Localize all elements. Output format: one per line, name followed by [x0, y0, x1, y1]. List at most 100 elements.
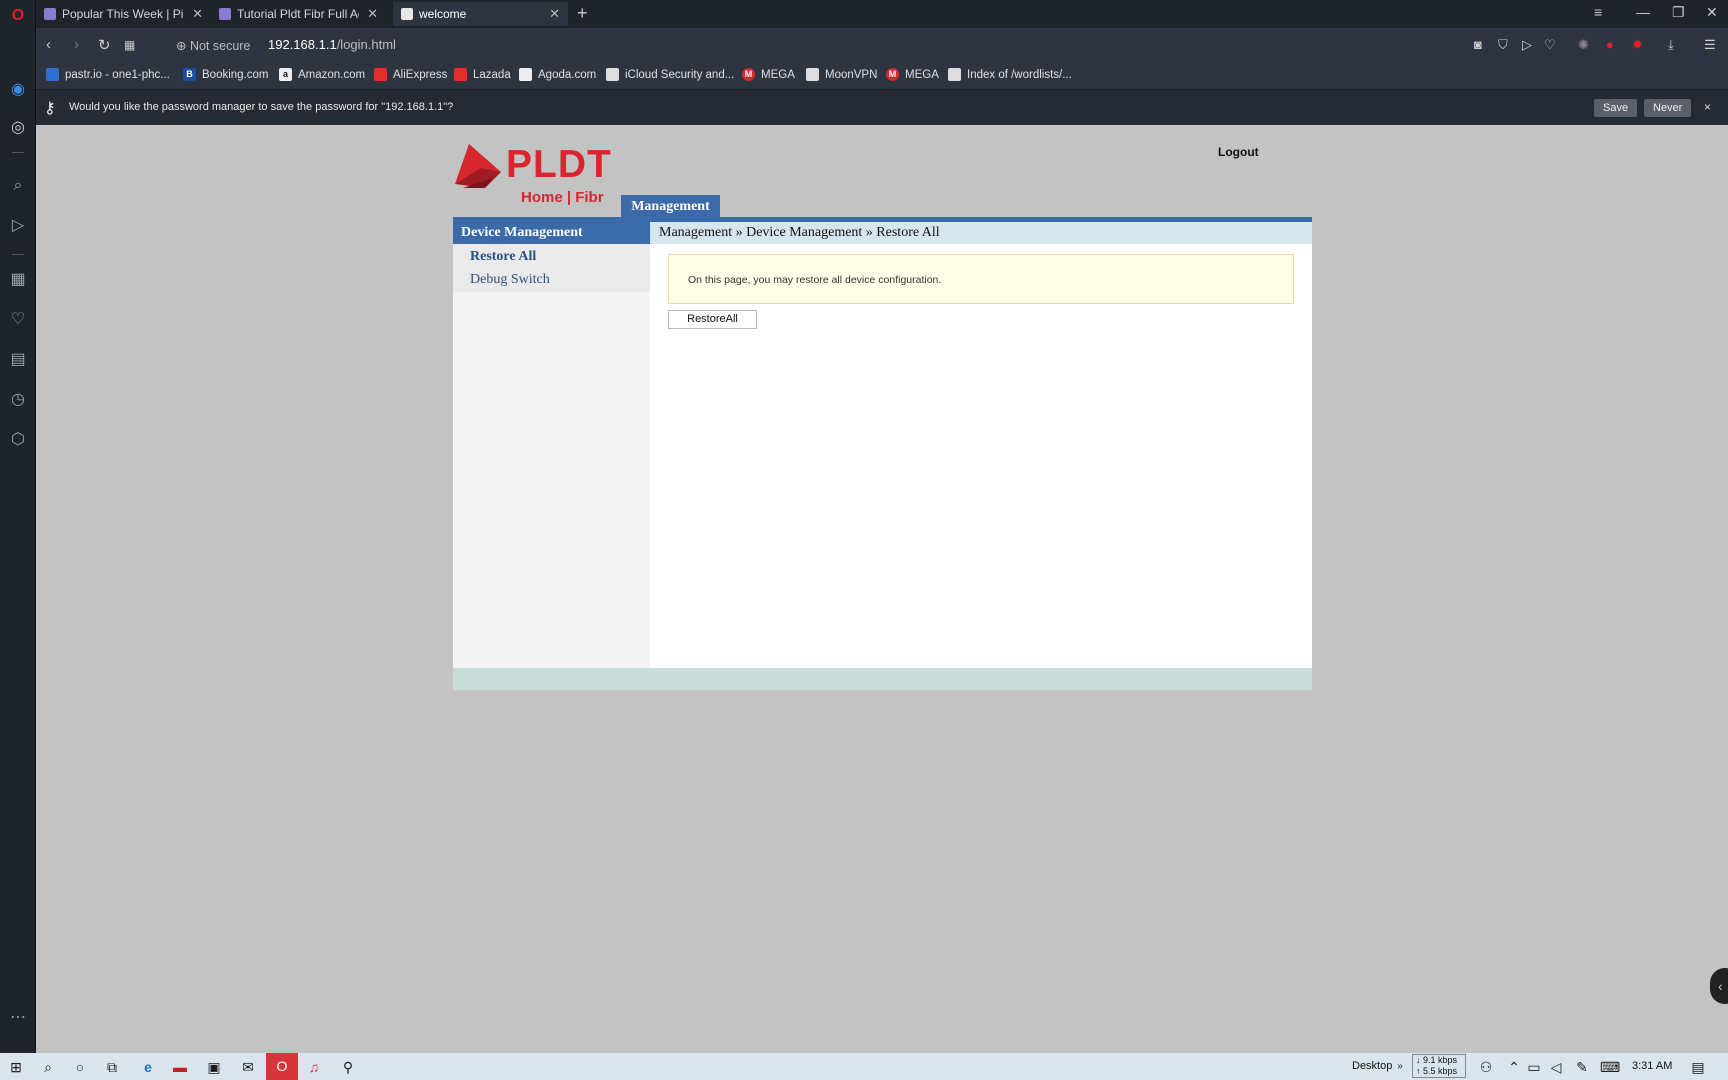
bookmark-favicon-icon — [46, 68, 59, 81]
tab-welcome[interactable]: welcome ✕ — [393, 2, 568, 26]
close-window-icon[interactable]: ✕ — [1706, 4, 1718, 21]
camera-icon[interactable]: ◙ — [1474, 37, 1482, 52]
download-icon[interactable]: ⤓ — [1668, 37, 1674, 53]
app-icon[interactable]: ⚲ — [338, 1057, 358, 1077]
pen-icon[interactable]: ✎ — [1572, 1057, 1592, 1077]
whatsapp-icon[interactable]: ◎ — [8, 118, 28, 138]
security-indicator[interactable]: ⊕ Not secure — [176, 38, 250, 53]
close-tab-icon[interactable]: ✕ — [549, 6, 560, 22]
forward-icon[interactable]: › — [74, 36, 79, 53]
sidebar-divider — [12, 254, 24, 255]
easy-setup-icon[interactable]: ☰ — [1704, 37, 1716, 53]
store-icon[interactable]: ▣ — [204, 1057, 224, 1077]
key-icon: ⚷ — [44, 100, 56, 117]
restore-window-icon[interactable]: ❐ — [1672, 4, 1685, 21]
chevron-icon[interactable]: » — [1390, 1057, 1410, 1077]
windows-start-icon[interactable]: ⊞ — [6, 1057, 26, 1077]
menu-item-restore-all[interactable]: Restore All — [453, 248, 650, 271]
volume-icon[interactable]: ◁ — [1546, 1057, 1566, 1077]
heart-icon[interactable]: ♡ — [1544, 37, 1556, 53]
bookmark-label: pastr.io - one1-phc... — [65, 68, 170, 81]
history-icon[interactable]: ◷ — [8, 390, 28, 410]
page-icon — [806, 68, 819, 81]
close-tab-icon[interactable]: ✕ — [192, 6, 203, 22]
cortana-icon[interactable]: ○ — [70, 1057, 90, 1077]
never-save-button[interactable]: Never — [1644, 99, 1692, 117]
tab-tutorial[interactable]: Tutorial Pldt Fibr Full Admi ✕ — [211, 2, 386, 26]
bookmark-favicon-icon: a — [279, 68, 292, 81]
bookmark-lazada[interactable]: Lazada — [454, 68, 511, 81]
address-bar: ‹ › ↻ ▦ ⊕ Not secure 192.168.1.1/login.h… — [36, 28, 1728, 62]
clock[interactable]: 3:31 AM — [1632, 1060, 1672, 1072]
mail-icon[interactable]: ✉ — [238, 1057, 258, 1077]
bookmark-label: MEGA — [905, 68, 939, 81]
bookmark-mega[interactable]: M MEGA — [742, 68, 795, 81]
network-speed-meter: ↓ 9.1 kbps ↑ 5.5 kbps — [1412, 1054, 1466, 1078]
new-tab-icon[interactable]: + — [577, 3, 588, 24]
extensions-icon[interactable]: ⬡ — [8, 430, 28, 450]
site-favicon-icon — [219, 8, 231, 20]
taskbar: ⊞ ⌕ ○ ⧉ e ▬ ▣ ✉ O ♫ ⚲ Desktop » ↓ 9.1 kb… — [0, 1053, 1728, 1080]
show-hidden-icons-icon[interactable]: ⌃ — [1504, 1057, 1524, 1077]
logout-link[interactable]: Logout — [1218, 145, 1259, 159]
reload-icon[interactable]: ↻ — [98, 36, 111, 54]
close-prompt-icon[interactable]: × — [1704, 100, 1711, 114]
opera-logo-icon[interactable]: O — [8, 6, 28, 26]
search-icon[interactable]: ⌕ — [8, 176, 28, 196]
bookmark-aliexpress[interactable]: AliExpress — [374, 68, 447, 81]
itunes-icon[interactable]: ♫ — [304, 1057, 324, 1077]
minimize-icon[interactable]: — — [1636, 4, 1650, 20]
tab-title: Tutorial Pldt Fibr Full Admi — [237, 7, 359, 21]
bookmark-label: Amazon.com — [298, 68, 366, 81]
browser-sidebar: O ◉ ◎ ⌕ ▷ ▦ ♡ ▤ ◷ ⬡ ⋯ — [0, 0, 36, 1053]
keyboard-icon[interactable]: ⌨ — [1600, 1057, 1620, 1077]
sidebar-toggle-icon[interactable]: ‹ — [1710, 968, 1728, 1004]
close-tab-icon[interactable]: ✕ — [367, 6, 378, 22]
news-icon[interactable]: ▤ — [8, 350, 28, 370]
task-view-icon[interactable]: ⧉ — [102, 1057, 122, 1077]
tab-title: welcome — [419, 7, 467, 21]
opera-taskbar-icon[interactable]: O — [266, 1053, 298, 1080]
bookmark-booking[interactable]: B Booking.com — [183, 68, 268, 81]
vpn-icon[interactable]: ✺ — [1578, 37, 1589, 53]
tab-management[interactable]: Management — [621, 195, 720, 218]
bookmark-agoda[interactable]: Agoda.com — [519, 68, 596, 81]
bookmark-wordlists[interactable]: Index of /wordlists/... — [948, 68, 1072, 81]
tab-popular[interactable]: Popular This Week | Pinoy I ✕ — [36, 2, 211, 26]
record-icon[interactable]: ● — [1606, 37, 1614, 52]
file-explorer-icon[interactable]: ▬ — [170, 1057, 190, 1077]
info-notice: On this page, you may restore all device… — [668, 254, 1294, 304]
messenger-icon[interactable]: ◉ — [8, 80, 28, 100]
download-speed: ↓ 9.1 kbps — [1416, 1055, 1458, 1065]
notifications-icon[interactable]: ▤ — [1688, 1057, 1708, 1077]
search-icon[interactable]: ⌕ — [38, 1057, 58, 1077]
people-icon[interactable]: ⚇ — [1476, 1057, 1496, 1077]
network-icon[interactable]: ▭ — [1524, 1057, 1544, 1077]
mega-icon: M — [886, 68, 899, 81]
heart-icon[interactable]: ♡ — [8, 310, 28, 330]
bookmark-moonvpn[interactable]: MoonVPN — [806, 68, 877, 81]
shield-icon[interactable]: ⛉ — [1498, 37, 1508, 53]
send-icon[interactable]: ▷ — [8, 216, 28, 236]
bookmark-icloud[interactable]: iCloud Security and... — [606, 68, 734, 81]
back-icon[interactable]: ‹ — [46, 36, 51, 53]
send-icon[interactable]: ▷ — [1522, 37, 1532, 53]
speed-dial-icon[interactable]: ▦ — [8, 270, 28, 290]
url-field[interactable]: 192.168.1.1/login.html — [268, 37, 396, 52]
logo-subtitle: Home | Fibr — [521, 189, 604, 206]
menu-item-debug-switch[interactable]: Debug Switch — [453, 271, 650, 294]
bookmark-pastr[interactable]: pastr.io - one1-phc... — [46, 68, 170, 81]
upload-speed: ↑ 5.5 kbps — [1416, 1066, 1458, 1076]
tabs-grid-icon[interactable]: ▦ — [124, 38, 135, 52]
tab-menu-icon[interactable]: ≡ — [1594, 4, 1602, 20]
bookmark-amazon[interactable]: a Amazon.com — [279, 68, 365, 81]
more-icon[interactable]: ⋯ — [8, 1008, 28, 1028]
restore-all-button[interactable]: RestoreAll — [668, 310, 757, 329]
desktop-toolbar-label[interactable]: Desktop — [1352, 1060, 1392, 1072]
mega-icon: M — [742, 68, 755, 81]
save-password-button[interactable]: Save — [1594, 99, 1638, 117]
bookmark-favicon-icon — [519, 68, 532, 81]
bookmark-mega-2[interactable]: M MEGA — [886, 68, 939, 81]
edge-icon[interactable]: e — [138, 1057, 158, 1077]
extension-icon[interactable]: ✹ — [1632, 37, 1643, 53]
